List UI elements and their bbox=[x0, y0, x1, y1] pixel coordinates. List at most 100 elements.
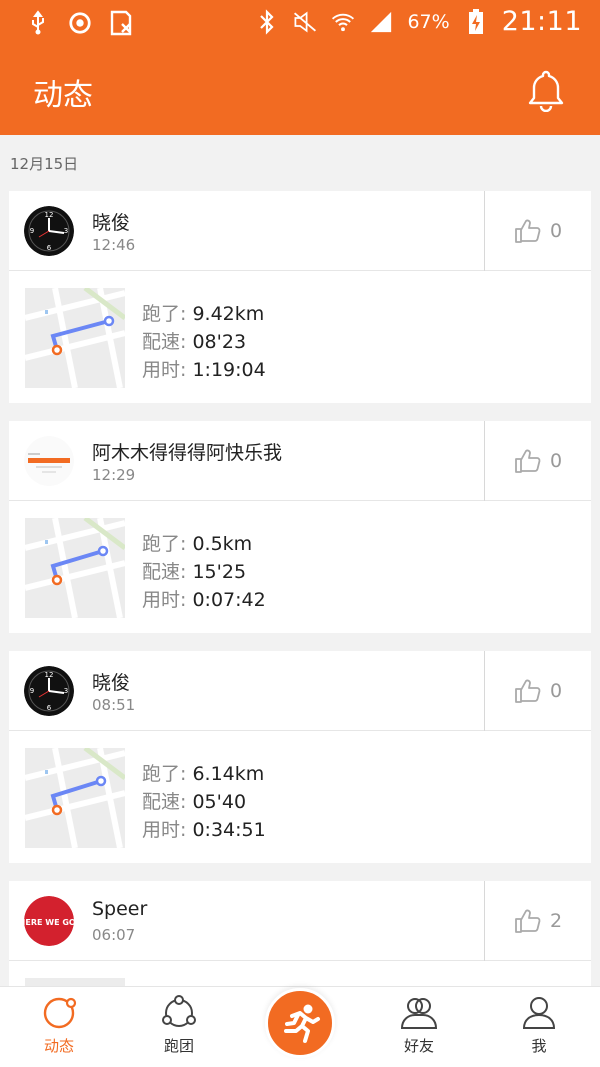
avatar[interactable] bbox=[24, 436, 74, 486]
post-time: 12:29 bbox=[92, 466, 136, 484]
pace-row: 配速: 05'40 bbox=[142, 787, 246, 814]
profile-icon bbox=[522, 997, 556, 1029]
thumbs-up-icon bbox=[515, 909, 541, 933]
pace-label: 配速: bbox=[142, 331, 187, 353]
route-map-thumbnail[interactable] bbox=[25, 978, 125, 986]
route-map-thumbnail[interactable] bbox=[24, 516, 127, 619]
avatar[interactable]: 12 3 6 9 bbox=[24, 206, 74, 256]
pace-label: 配速: bbox=[142, 791, 187, 813]
tab-team[interactable]: 跑团 bbox=[139, 995, 219, 1063]
post-time: 06:07 bbox=[92, 926, 136, 944]
distance-value: 6.14km bbox=[192, 763, 265, 785]
run-summary[interactable]: 跑了: 6.14km 配速: 05'40 用时: 0:34:51 bbox=[9, 731, 591, 863]
svg-text:9: 9 bbox=[30, 687, 34, 695]
pace-value: 05'40 bbox=[192, 791, 247, 813]
distance-row: 跑了: 9.42km bbox=[142, 299, 264, 326]
sim-icon bbox=[110, 8, 134, 38]
pace-label: 配速: bbox=[142, 561, 187, 583]
distance-row: 跑了: 6.14km bbox=[142, 759, 264, 786]
tab-label: 动态 bbox=[43, 1037, 74, 1055]
avatar-text: HERE WE GO! bbox=[24, 918, 74, 927]
app-bar: 动态 bbox=[0, 48, 600, 135]
duration-row: 用时: 0:34:51 bbox=[142, 815, 266, 842]
duration-label: 用时: bbox=[142, 359, 187, 381]
svg-text:9: 9 bbox=[30, 227, 34, 235]
like-button[interactable]: 0 bbox=[484, 421, 591, 501]
duration-value: 1:19:04 bbox=[192, 359, 266, 381]
bell-icon[interactable] bbox=[526, 68, 566, 113]
distance-label: 跑了: bbox=[142, 763, 187, 785]
feed-card-header: 12 3 6 9 晓俊 12:46 0 bbox=[9, 191, 591, 271]
tab-feed[interactable]: 动态 bbox=[19, 995, 99, 1063]
pace-value: 08'23 bbox=[192, 331, 247, 353]
svg-text:12: 12 bbox=[45, 671, 54, 679]
clock-avatar-image: 12 3 6 9 bbox=[24, 666, 74, 716]
svg-text:12: 12 bbox=[45, 211, 54, 219]
duration-label: 用时: bbox=[142, 589, 187, 611]
like-button[interactable]: 2 bbox=[484, 881, 591, 961]
bluetooth-icon bbox=[255, 7, 279, 37]
distance-value: 0.5km bbox=[192, 533, 253, 555]
page-title: 动态 bbox=[33, 78, 93, 113]
thumbs-up-icon bbox=[515, 449, 541, 473]
sync-icon bbox=[68, 8, 92, 38]
duration-value: 0:07:42 bbox=[192, 589, 266, 611]
start-run-button[interactable] bbox=[265, 988, 335, 1058]
team-icon bbox=[162, 995, 196, 1027]
clock: 21:11 bbox=[501, 6, 582, 37]
battery-charging-icon bbox=[464, 7, 488, 37]
user-name[interactable]: 晓俊 bbox=[92, 208, 130, 235]
usb-icon bbox=[26, 8, 50, 38]
clock-avatar-image: 12 3 6 9 bbox=[24, 206, 74, 256]
user-name[interactable]: 晓俊 bbox=[92, 668, 130, 695]
tab-me[interactable]: 我 bbox=[499, 995, 579, 1063]
like-count: 2 bbox=[549, 910, 563, 932]
distance-label: 跑了: bbox=[142, 533, 187, 555]
screenshot-avatar-image bbox=[24, 436, 74, 486]
avatar[interactable]: 12 3 6 9 bbox=[24, 666, 74, 716]
thumbs-up-icon bbox=[515, 219, 541, 243]
avatar[interactable]: HERE WE GO! bbox=[24, 896, 74, 946]
user-name[interactable]: 阿木木得得得阿快乐我 bbox=[92, 438, 282, 465]
feed-card[interactable]: HERE WE GO! Speer 06:07 2 bbox=[9, 881, 591, 986]
like-button[interactable]: 0 bbox=[484, 651, 591, 731]
run-summary[interactable]: 跑了: 0.5km 配速: 15'25 用时: 0:07:42 bbox=[9, 501, 591, 633]
route-map-thumbnail[interactable] bbox=[24, 286, 127, 389]
tab-label: 我 bbox=[531, 1037, 547, 1055]
post-time: 08:51 bbox=[92, 696, 136, 714]
distance-value: 9.42km bbox=[192, 303, 265, 325]
distance-label: 跑了: bbox=[142, 303, 187, 325]
distance-row: 跑了: 0.5km bbox=[142, 529, 252, 556]
route-map-thumbnail[interactable] bbox=[24, 746, 127, 849]
duration-row: 用时: 1:19:04 bbox=[142, 355, 266, 382]
user-name[interactable]: Speer bbox=[92, 898, 147, 920]
like-button[interactable]: 0 bbox=[484, 191, 591, 271]
mute-icon bbox=[293, 7, 317, 37]
tab-friends[interactable]: 好友 bbox=[379, 995, 459, 1063]
duration-label: 用时: bbox=[142, 819, 187, 841]
feed-icon bbox=[43, 997, 77, 1029]
svg-text:3: 3 bbox=[64, 227, 68, 235]
pace-row: 配速: 15'25 bbox=[142, 557, 246, 584]
duration-row: 用时: 0:07:42 bbox=[142, 585, 266, 612]
tab-label: 好友 bbox=[403, 1037, 434, 1055]
wifi-icon bbox=[331, 7, 355, 37]
svg-text:6: 6 bbox=[47, 244, 52, 252]
svg-text:6: 6 bbox=[47, 704, 52, 712]
date-header: 12月15日 bbox=[10, 155, 79, 173]
feed-card[interactable]: 阿木木得得得阿快乐我 12:29 0 跑了: 0.5km 配速: 15'25 用… bbox=[9, 421, 591, 633]
feed-card-header: 阿木木得得得阿快乐我 12:29 0 bbox=[9, 421, 591, 501]
like-count: 0 bbox=[549, 450, 563, 472]
here-we-go-avatar-image: HERE WE GO! bbox=[24, 896, 74, 946]
tab-label: 跑团 bbox=[163, 1037, 194, 1055]
thumbs-up-icon bbox=[515, 679, 541, 703]
like-count: 0 bbox=[549, 220, 563, 242]
feed-card[interactable]: 12 3 6 9 晓俊 12:46 0 跑了: 9.42km 配速: 08'23… bbox=[9, 191, 591, 403]
pace-row: 配速: 08'23 bbox=[142, 327, 246, 354]
run-summary[interactable]: 跑了: 9.42km 配速: 08'23 用时: 1:19:04 bbox=[9, 271, 591, 403]
feed-card-header: HERE WE GO! Speer 06:07 2 bbox=[9, 881, 591, 961]
signal-icon bbox=[369, 7, 393, 37]
like-count: 0 bbox=[549, 680, 563, 702]
feed-card[interactable]: 12 3 6 9 晓俊 08:51 0 跑了: 6.14km 配速: 05'40… bbox=[9, 651, 591, 863]
pace-value: 15'25 bbox=[192, 561, 247, 583]
